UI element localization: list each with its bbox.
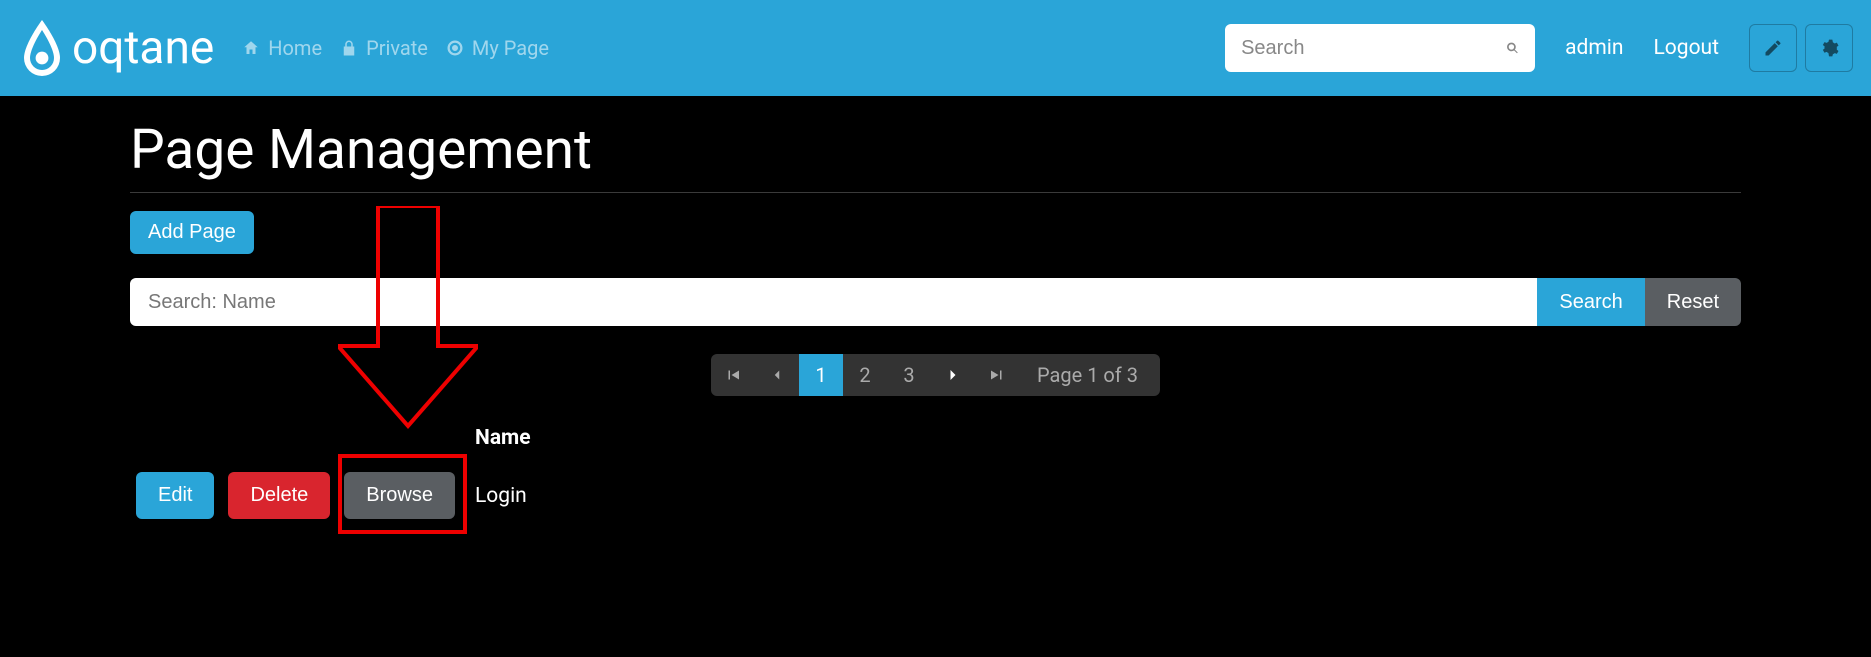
table-header: Name [130,426,1741,450]
target-icon [446,39,464,57]
row-name: Login [475,484,527,508]
table-row: Edit Delete Browse Login [130,472,1741,519]
content-search-input[interactable] [130,278,1537,326]
user-link[interactable]: admin [1565,36,1623,60]
gear-icon [1819,38,1839,58]
col-actions-header [130,426,475,450]
settings-button[interactable] [1805,24,1853,72]
header: oqtane Home Private My Page admin Logout [0,0,1871,96]
brand-text: oqtane [72,21,214,75]
search-icon[interactable] [1506,37,1519,59]
chevron-right-icon [943,365,963,385]
header-search [1225,24,1535,72]
logout-link[interactable]: Logout [1653,36,1719,60]
search-button[interactable]: Search [1537,278,1644,326]
pager-prev[interactable] [755,354,799,396]
edit-button[interactable]: Edit [136,472,214,519]
pager-inner: 1 2 3 Page 1 of 3 [711,354,1160,396]
nav-home-label: Home [268,36,322,60]
nav-private-label: Private [366,36,428,60]
pages-table: Name Edit Delete Browse Login [130,426,1741,539]
nav-home[interactable]: Home [242,36,322,60]
col-name-header: Name [475,426,1741,450]
chevron-left-icon [768,366,786,384]
row-actions: Edit Delete Browse [130,472,475,519]
delete-button[interactable]: Delete [228,472,330,519]
content-search-row: Search Reset [130,278,1741,326]
header-right: admin Logout [1225,24,1853,72]
browse-button[interactable]: Browse [344,472,455,519]
pager-first[interactable] [711,354,755,396]
edit-mode-button[interactable] [1749,24,1797,72]
top-nav: Home Private My Page [242,36,549,60]
pager-page-1[interactable]: 1 [799,354,843,396]
lock-icon [340,39,358,57]
reset-button[interactable]: Reset [1645,278,1741,326]
pencil-icon [1763,38,1783,58]
brand-logo[interactable]: oqtane [18,18,214,78]
pager-page-3[interactable]: 3 [887,354,931,396]
divider [130,192,1741,193]
page-title: Page Management [130,118,1741,182]
nav-mypage[interactable]: My Page [446,36,549,60]
pager-page-2[interactable]: 2 [843,354,887,396]
pager-last[interactable] [975,354,1019,396]
pager-summary: Page 1 of 3 [1019,354,1160,396]
drop-icon [18,18,66,78]
add-page-button[interactable]: Add Page [130,211,254,254]
main-content: Page Management Add Page Search Reset 1 … [0,96,1871,539]
skip-back-icon [724,366,742,384]
pager-next[interactable] [931,354,975,396]
pager: 1 2 3 Page 1 of 3 [130,354,1741,396]
nav-mypage-label: My Page [472,36,549,60]
skip-forward-icon [988,366,1006,384]
header-search-input[interactable] [1241,37,1506,60]
nav-private[interactable]: Private [340,36,428,60]
home-icon [242,39,260,57]
